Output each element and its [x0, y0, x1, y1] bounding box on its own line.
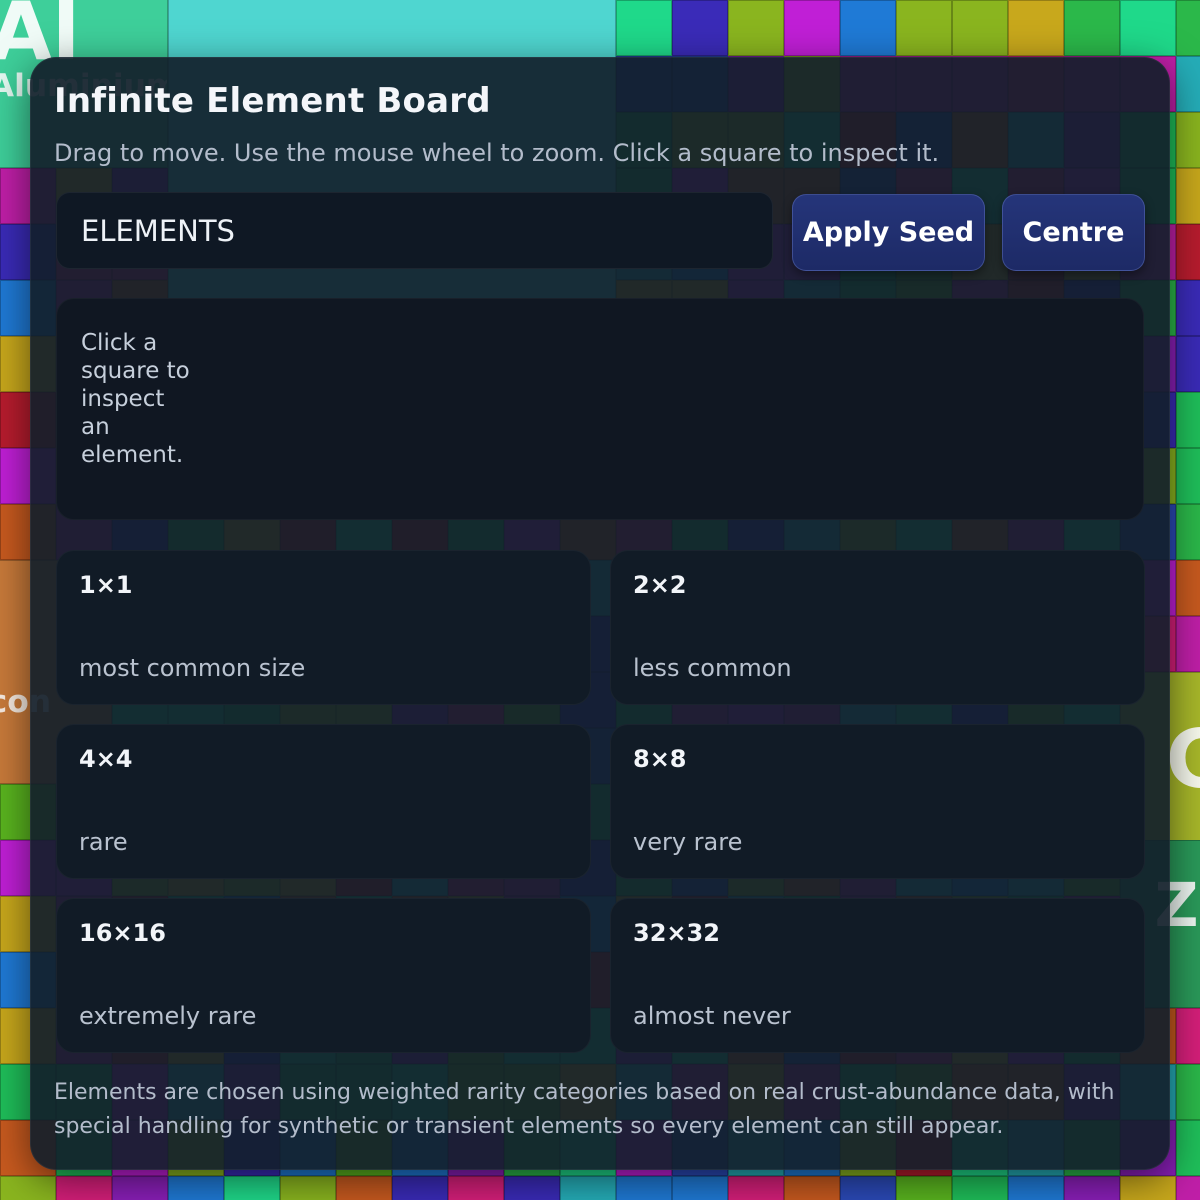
element-tile[interactable]	[1176, 224, 1200, 280]
element-tile[interactable]	[952, 1176, 1008, 1200]
element-tile[interactable]	[1176, 112, 1200, 168]
element-tile[interactable]	[1176, 1008, 1200, 1064]
element-tile[interactable]	[112, 1176, 168, 1200]
element-tile[interactable]	[1064, 1176, 1120, 1200]
element-tile[interactable]	[616, 1176, 672, 1200]
size-description: most common size	[79, 654, 306, 682]
element-tile[interactable]	[1176, 1176, 1200, 1200]
centre-button[interactable]: Centre	[1002, 194, 1145, 271]
size-label: 32×32	[633, 919, 720, 947]
size-label: 16×16	[79, 919, 166, 947]
element-tile[interactable]	[1176, 1064, 1200, 1120]
element-tile[interactable]	[0, 1176, 56, 1200]
inspector-placeholder-text: Click a square to inspect an element.	[81, 330, 190, 468]
element-tile[interactable]	[1176, 560, 1200, 616]
element-tile[interactable]	[616, 0, 672, 56]
panel-subtitle: Drag to move. Use the mouse wheel to zoo…	[54, 139, 940, 167]
element-tile[interactable]	[224, 1176, 280, 1200]
size-label: 1×1	[79, 571, 133, 599]
size-card-4x4: 4×4 rare	[56, 724, 591, 879]
tile-symbol: C	[1166, 713, 1200, 807]
element-tile[interactable]	[1176, 0, 1200, 56]
size-card-1x1: 1×1 most common size	[56, 550, 591, 705]
element-tile[interactable]	[728, 0, 784, 56]
element-tile[interactable]	[728, 1176, 784, 1200]
element-tile[interactable]	[1176, 168, 1200, 224]
element-tile[interactable]	[56, 1176, 112, 1200]
size-description: extremely rare	[79, 1002, 257, 1030]
size-description: almost never	[633, 1002, 791, 1030]
element-tile[interactable]	[1176, 336, 1200, 392]
element-tile[interactable]	[840, 0, 896, 56]
element-tile[interactable]	[1176, 1120, 1200, 1176]
element-tile[interactable]	[280, 1176, 336, 1200]
footer-note: Elements are chosen using weighted rarit…	[54, 1080, 1115, 1139]
element-tile[interactable]	[1176, 616, 1200, 672]
element-tile[interactable]	[672, 1176, 728, 1200]
element-tile[interactable]	[504, 1176, 560, 1200]
info-panel: Infinite Element Board Drag to move. Use…	[30, 57, 1170, 1170]
element-tile[interactable]	[784, 1176, 840, 1200]
element-tile[interactable]	[1064, 0, 1120, 56]
apply-seed-button[interactable]: Apply Seed	[792, 194, 985, 271]
element-tile[interactable]	[1176, 280, 1200, 336]
size-card-16x16: 16×16 extremely rare	[56, 898, 591, 1053]
element-tile[interactable]	[784, 0, 840, 56]
element-tile[interactable]	[1176, 56, 1200, 112]
element-tile[interactable]	[1008, 1176, 1064, 1200]
element-tile[interactable]	[896, 0, 952, 56]
element-tile[interactable]	[336, 1176, 392, 1200]
element-tile[interactable]	[896, 1176, 952, 1200]
size-card-8x8: 8×8 very rare	[610, 724, 1145, 879]
panel-title: Infinite Element Board	[54, 81, 491, 121]
element-tile[interactable]	[952, 0, 1008, 56]
size-label: 2×2	[633, 571, 687, 599]
element-tile[interactable]	[168, 1176, 224, 1200]
element-tile[interactable]	[1008, 0, 1064, 56]
size-label: 8×8	[633, 745, 687, 773]
size-card-2x2: 2×2 less common	[610, 550, 1145, 705]
element-tile[interactable]	[1176, 448, 1200, 504]
element-inspector: Click a square to inspect an element.	[56, 298, 1144, 520]
seed-input[interactable]	[56, 192, 773, 269]
element-tile[interactable]	[672, 0, 728, 56]
element-tile[interactable]	[392, 1176, 448, 1200]
size-description: less common	[633, 654, 792, 682]
element-tile[interactable]	[1120, 1176, 1176, 1200]
element-tile[interactable]	[840, 1176, 896, 1200]
size-label: 4×4	[79, 745, 133, 773]
element-tile[interactable]	[448, 1176, 504, 1200]
element-tile[interactable]	[1176, 504, 1200, 560]
element-tile[interactable]	[560, 1176, 616, 1200]
size-card-32x32: 32×32 almost never	[610, 898, 1145, 1053]
size-description: rare	[79, 828, 128, 856]
size-description: very rare	[633, 828, 743, 856]
element-tile[interactable]	[1120, 0, 1176, 56]
element-tile[interactable]	[1176, 392, 1200, 448]
